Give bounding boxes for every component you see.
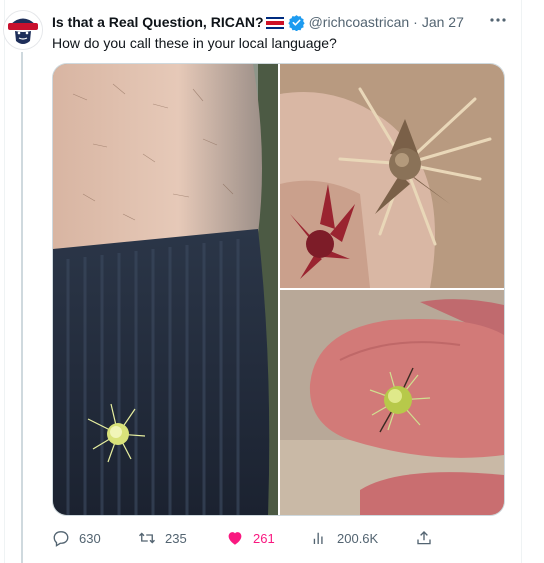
costa-rica-flag-icon [265, 16, 284, 29]
share-button[interactable] [415, 527, 442, 549]
tweet-text: How do you call these in your local lang… [52, 35, 337, 51]
share-icon [417, 531, 431, 545]
repost-button[interactable]: 235 [138, 527, 187, 549]
reply-icon [53, 531, 69, 547]
tweet-media-grid[interactable] [52, 63, 505, 516]
views-count: 200.6K [337, 530, 379, 546]
like-count: 261 [253, 530, 275, 546]
tweet-header: Is that a Real Question, RICAN? @richcoa… [52, 12, 492, 32]
photo-burr-on-finger[interactable] [280, 290, 504, 515]
tweet-date[interactable]: Jan 27 [422, 14, 464, 30]
photo-spiky-seed-closeup[interactable] [280, 64, 504, 288]
user-handle[interactable]: @richcoastrican [309, 14, 410, 30]
timeline-left-border [4, 0, 5, 563]
heart-icon [228, 532, 242, 545]
bearded-man-logo-avatar-icon [4, 11, 42, 49]
thread-connector-line [21, 52, 23, 563]
separator-dot: · [413, 14, 418, 30]
reply-count: 630 [79, 530, 101, 546]
timeline-right-border [521, 0, 522, 563]
repost-icon [139, 532, 155, 544]
repost-count: 235 [165, 530, 187, 546]
more-options-icon[interactable] [488, 12, 508, 28]
display-name[interactable]: Is that a Real Question, RICAN? [52, 14, 264, 30]
avatar[interactable] [3, 10, 43, 50]
views-chart-icon [313, 532, 323, 544]
views-button[interactable]: 200.6K [310, 527, 378, 549]
verified-badge-icon[interactable] [287, 14, 305, 31]
like-button[interactable]: 261 [226, 527, 275, 549]
photo-burr-on-sock[interactable] [53, 64, 278, 515]
tweet-action-bar: 630 235 261 200.6K [52, 527, 452, 549]
reply-button[interactable]: 630 [52, 527, 101, 549]
